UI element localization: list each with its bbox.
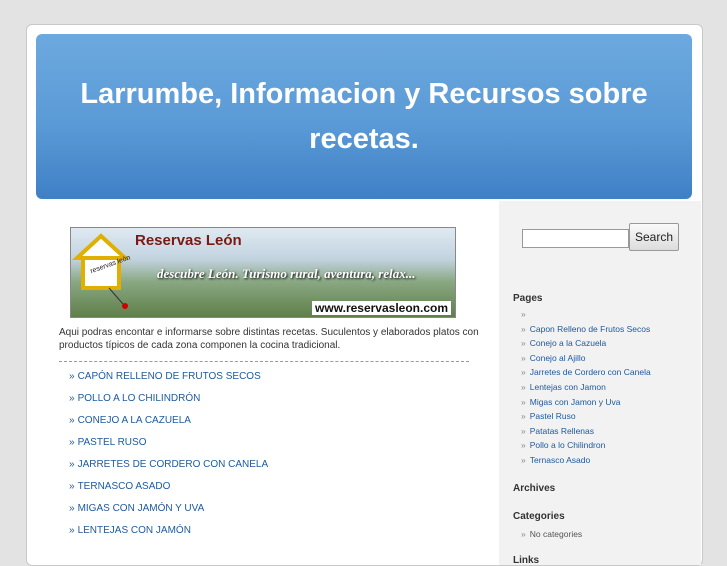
recipe-link[interactable]: » TERNASCO ASADO <box>69 481 268 503</box>
intro-text: Aqui podras encontar e informarse sobre … <box>59 327 479 351</box>
categories-heading: Categories <box>513 511 565 522</box>
banner-logo-text: Reservas León <box>135 232 242 249</box>
page-link[interactable]: » Pollo a lo Chilindron <box>521 440 651 455</box>
reservas-leon-banner[interactable]: reservas león Reservas León descubre Leó… <box>70 227 456 318</box>
recipe-link[interactable]: » PASTEL RUSO <box>69 437 268 459</box>
page-link[interactable]: » Capon Relleno de Frutos Secos <box>521 324 651 339</box>
bullet: » <box>69 525 75 536</box>
bullet: » <box>69 393 75 404</box>
search-button[interactable]: Search <box>629 223 679 251</box>
site-title[interactable]: Larrumbe, Informacion y Recursos sobre r… <box>36 72 692 162</box>
recipe-link[interactable]: » CONEJO A LA CAZUELA <box>69 415 268 437</box>
bullet: » <box>69 481 75 492</box>
divider <box>59 361 469 362</box>
recipe-link[interactable]: » CAPÓN RELLENO DE FRUTOS SECOS <box>69 371 268 393</box>
archives-heading: Archives <box>513 483 556 494</box>
bullet: » <box>69 371 75 382</box>
page-link[interactable]: » Conejo a la Cazuela <box>521 338 651 353</box>
bullet: » <box>69 415 75 426</box>
recipe-link[interactable]: » LENTEJAS CON JAMÓN <box>69 525 268 547</box>
house-logo-icon: reservas león <box>71 233 132 309</box>
bullet: » <box>69 503 75 514</box>
recipe-link[interactable]: » POLLO A LO CHILINDRÓN <box>69 393 268 415</box>
links-heading: Links <box>513 555 540 566</box>
page-link[interactable]: » Jarretes de Cordero con Canela <box>521 367 651 382</box>
bullet: » <box>69 437 75 448</box>
recipe-list: » CAPÓN RELLENO DE FRUTOS SECOS » POLLO A … <box>69 371 268 547</box>
banner-tagline: descubre León. Turismo rural, aventura, … <box>157 266 416 281</box>
pages-list: » » Capon Relleno de Frutos Secos » Conejo… <box>521 309 651 470</box>
banner-url: www.reservasleon.com <box>312 301 451 315</box>
page-link[interactable]: » <box>521 309 651 324</box>
page-link[interactable]: » Patatas Rellenas <box>521 426 651 441</box>
page-link[interactable]: » Migas con Jamon y Uva <box>521 397 651 412</box>
recipe-link[interactable]: » MIGAS CON JAMÓN Y UVA <box>69 503 268 525</box>
recipe-link[interactable]: » JARRETES DE CORDERO CON CANELA <box>69 459 268 481</box>
bullet: » <box>69 459 75 470</box>
pages-heading: Pages <box>513 293 543 304</box>
categories-empty: » No categories <box>521 529 583 539</box>
search-input[interactable] <box>522 229 629 248</box>
page-container: Larrumbe, Informacion y Recursos sobre r… <box>26 24 703 566</box>
site-header: Larrumbe, Informacion y Recursos sobre r… <box>36 34 692 199</box>
sidebar: Search Pages » » Capon Relleno de Frutos … <box>499 201 701 566</box>
page-link[interactable]: » Ternasco Asado <box>521 455 651 470</box>
page-link[interactable]: » Conejo al Ajillo <box>521 353 651 368</box>
page-link[interactable]: » Lentejas con Jamon <box>521 382 651 397</box>
page-link[interactable]: » Pastel Ruso <box>521 411 651 426</box>
